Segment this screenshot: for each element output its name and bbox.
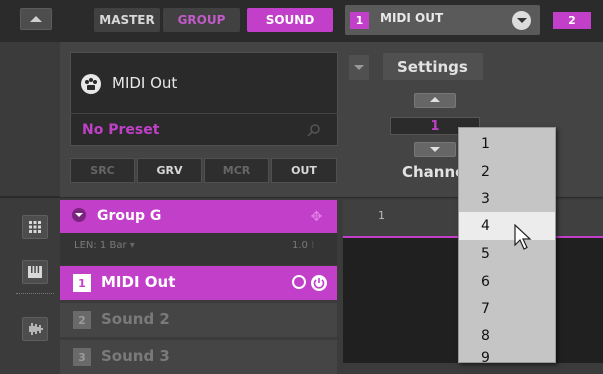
sampler-view-icon[interactable] xyxy=(22,317,48,341)
menu-item-channel-8[interactable]: 8 xyxy=(459,322,555,350)
chevron-down-icon xyxy=(354,65,364,70)
preset-divider xyxy=(70,113,338,114)
page-label[interactable]: Settings xyxy=(383,53,483,80)
out-button[interactable]: OUT xyxy=(271,158,337,183)
page-dropdown-button[interactable] xyxy=(349,55,369,80)
chevron-down-icon xyxy=(516,18,527,23)
channel-decrement-button[interactable] xyxy=(414,142,456,157)
plugin-slot-number: 1 xyxy=(350,12,369,29)
grid-view-icon[interactable] xyxy=(22,215,48,239)
sound-name: Sound 3 xyxy=(101,347,170,365)
channel-increment-button[interactable] xyxy=(414,93,456,108)
menu-item-channel-3[interactable]: 3 xyxy=(459,185,555,213)
search-icon[interactable] xyxy=(307,123,321,137)
length-dropdown-icon: ▾ xyxy=(129,240,135,251)
tab-group[interactable]: GROUP xyxy=(163,8,240,32)
arrow-up-icon xyxy=(30,16,42,22)
arrow-down-icon xyxy=(430,147,440,152)
keyboard-glyph xyxy=(28,266,42,278)
plugin-name: MIDI Out xyxy=(112,74,178,92)
left-column xyxy=(0,42,60,363)
src-button[interactable]: SRC xyxy=(70,158,135,183)
pattern-length-selector[interactable]: LEN: 1 Bar ▾ xyxy=(74,240,135,251)
menu-item-channel-2[interactable]: 2 xyxy=(459,158,555,186)
grid-resolution-value[interactable]: 1.0 ⁝ xyxy=(292,240,314,251)
menu-item-channel-6[interactable]: 6 xyxy=(459,268,555,296)
power-glyph xyxy=(313,278,325,289)
grid-glyph xyxy=(29,221,41,233)
move-icon[interactable]: ✥ xyxy=(308,208,325,225)
sound-name: Sound 2 xyxy=(101,310,170,328)
keyboard-view-icon[interactable] xyxy=(22,260,48,284)
collapse-panel-button[interactable] xyxy=(20,8,52,30)
chevron-down-icon xyxy=(75,213,83,217)
menu-item-channel-4[interactable]: 4 xyxy=(459,212,555,240)
channel-label: Channe xyxy=(402,163,466,181)
plugin-slot-label: MIDI OUT xyxy=(380,11,444,25)
grv-button[interactable]: GRV xyxy=(137,158,202,183)
menu-item-channel-9[interactable]: 9 xyxy=(459,350,555,363)
group-collapse-button[interactable] xyxy=(72,208,86,222)
mouse-cursor-icon xyxy=(514,224,532,250)
power-icon[interactable] xyxy=(311,275,327,291)
bar-number: 1 xyxy=(378,209,385,222)
plugin-slot-2-tab[interactable]: 2 xyxy=(553,12,591,29)
grid-resolution-label: 1.0 xyxy=(292,240,308,251)
preset-selector[interactable]: No Preset xyxy=(82,122,159,138)
tab-master[interactable]: MASTER xyxy=(94,8,160,32)
sound-number: 3 xyxy=(73,348,91,366)
midi-plug-icon xyxy=(81,74,101,94)
sound-name: MIDI Out xyxy=(101,273,176,291)
sound-number: 2 xyxy=(73,311,91,329)
waveform-glyph xyxy=(29,323,43,335)
mute-icon[interactable] xyxy=(292,275,306,289)
pattern-length-label: LEN: 1 Bar xyxy=(74,240,127,251)
menu-item-channel-1[interactable]: 1 xyxy=(459,130,555,158)
mcr-button[interactable]: MCR xyxy=(204,158,269,183)
dotted-separator xyxy=(16,293,54,294)
stepper-icon: ⁝ xyxy=(311,240,315,251)
plugin-menu-button[interactable] xyxy=(512,11,531,30)
menu-item-channel-5[interactable]: 5 xyxy=(459,240,555,268)
tab-sound[interactable]: SOUND xyxy=(247,8,333,32)
group-name: Group G xyxy=(97,208,162,224)
sound-number: 1 xyxy=(73,274,91,292)
menu-item-channel-7[interactable]: 7 xyxy=(459,295,555,323)
arrow-up-icon xyxy=(430,97,440,102)
